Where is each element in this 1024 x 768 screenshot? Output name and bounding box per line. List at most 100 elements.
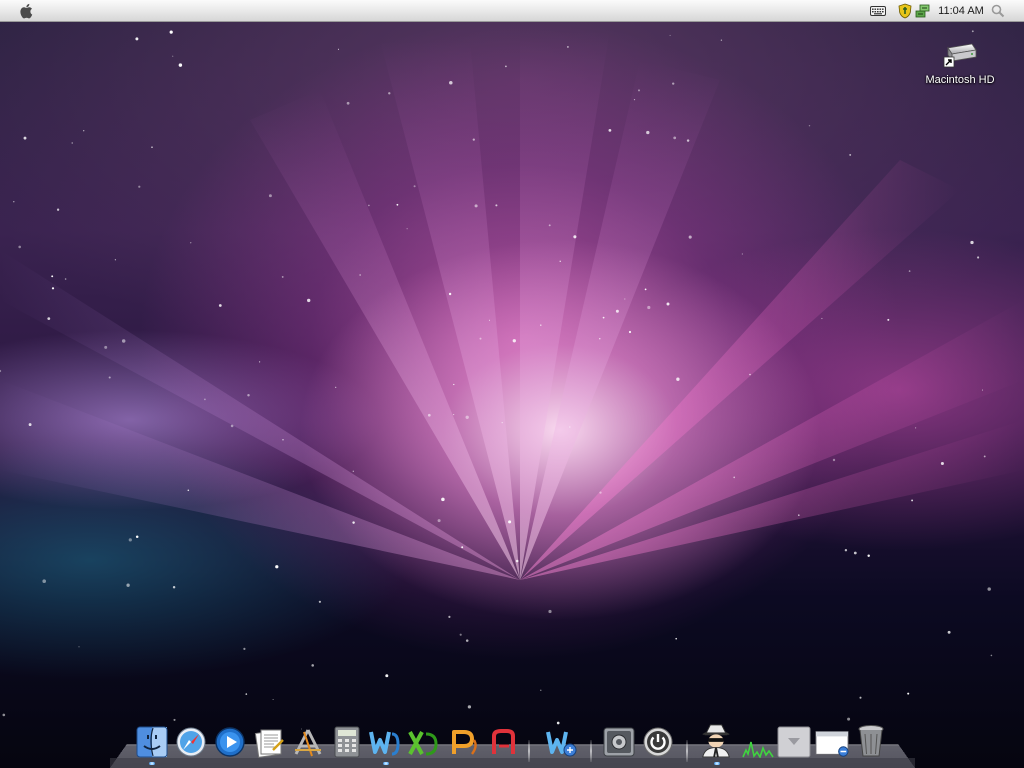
star bbox=[798, 514, 800, 516]
dock-item-power[interactable] bbox=[641, 722, 675, 758]
star bbox=[849, 153, 852, 156]
star bbox=[453, 383, 455, 386]
star bbox=[940, 461, 944, 466]
star bbox=[987, 587, 991, 591]
star bbox=[453, 414, 455, 416]
star bbox=[488, 319, 491, 321]
desktop[interactable]: 11:04 AM Macintosh HD bbox=[0, 0, 1024, 768]
star bbox=[981, 389, 984, 391]
star bbox=[104, 345, 108, 349]
star bbox=[669, 34, 671, 36]
star bbox=[352, 521, 355, 524]
star bbox=[307, 298, 311, 303]
star bbox=[218, 304, 222, 307]
star bbox=[368, 204, 370, 207]
star bbox=[983, 455, 986, 458]
star bbox=[688, 235, 692, 239]
dock-item-spy-agent[interactable] bbox=[699, 722, 733, 758]
star bbox=[281, 275, 284, 278]
dock-item-messenger[interactable] bbox=[544, 722, 578, 758]
star bbox=[887, 318, 890, 321]
star bbox=[914, 427, 917, 429]
desktop-icon-macintosh-hd[interactable]: Macintosh HD bbox=[922, 40, 998, 92]
star bbox=[615, 309, 619, 313]
star bbox=[599, 491, 602, 494]
star bbox=[646, 130, 650, 135]
star bbox=[599, 338, 601, 340]
activity-monitor-icon bbox=[742, 741, 774, 758]
star bbox=[472, 138, 475, 141]
messenger-icon bbox=[546, 731, 577, 757]
star bbox=[47, 317, 51, 320]
star bbox=[501, 421, 503, 424]
star bbox=[64, 278, 67, 280]
system-preferences-icon bbox=[603, 727, 635, 757]
keyboard-icon bbox=[870, 6, 886, 16]
star bbox=[121, 339, 126, 343]
dock-item-access[interactable] bbox=[487, 722, 521, 758]
network-tray-button[interactable] bbox=[914, 0, 932, 22]
apple-menu-button[interactable] bbox=[17, 0, 37, 22]
dock-item-safari[interactable] bbox=[174, 722, 208, 758]
star bbox=[173, 718, 176, 721]
star bbox=[385, 674, 389, 678]
media-player-icon bbox=[215, 727, 245, 757]
star bbox=[172, 55, 174, 57]
dock-separator bbox=[528, 740, 530, 762]
star bbox=[247, 394, 250, 397]
dock-item-media-player[interactable] bbox=[213, 722, 247, 758]
word-icon bbox=[369, 731, 400, 756]
menubar-clock[interactable]: 11:04 AM bbox=[936, 0, 986, 22]
security-tray-button[interactable] bbox=[896, 0, 914, 22]
star bbox=[258, 361, 261, 363]
star bbox=[465, 415, 469, 419]
star bbox=[28, 423, 32, 427]
star bbox=[51, 287, 55, 290]
star bbox=[970, 240, 974, 245]
star bbox=[602, 316, 605, 319]
dock-item-downloads-stack[interactable] bbox=[777, 722, 811, 758]
dock-item-system-preferences[interactable] bbox=[602, 722, 636, 758]
search-icon bbox=[991, 4, 1005, 18]
star bbox=[474, 204, 478, 208]
spotlight-button[interactable] bbox=[988, 0, 1008, 22]
dock-item-calculator[interactable] bbox=[330, 722, 364, 758]
star bbox=[465, 639, 469, 642]
star bbox=[459, 633, 462, 636]
keyboard-tray-button[interactable] bbox=[868, 0, 888, 22]
star bbox=[114, 259, 117, 261]
star bbox=[448, 292, 452, 296]
dock-item-activity-monitor[interactable] bbox=[741, 722, 775, 758]
star bbox=[505, 65, 507, 68]
star bbox=[675, 637, 677, 640]
star bbox=[808, 124, 811, 127]
finder-icon bbox=[136, 726, 168, 758]
dock-item-finder[interactable] bbox=[135, 722, 169, 758]
safari-icon bbox=[176, 727, 206, 757]
dock-item-window-manager[interactable] bbox=[815, 722, 849, 758]
star bbox=[720, 39, 723, 41]
star bbox=[573, 235, 577, 239]
dock-item-powerpoint[interactable] bbox=[446, 722, 480, 758]
dock-item-document-editor[interactable] bbox=[252, 722, 286, 758]
running-indicator-word bbox=[383, 762, 389, 765]
star bbox=[437, 519, 441, 523]
dock-item-trash[interactable] bbox=[854, 722, 888, 758]
star bbox=[733, 476, 736, 479]
star bbox=[413, 185, 416, 188]
star bbox=[673, 136, 677, 140]
star bbox=[335, 386, 337, 388]
shield-icon bbox=[898, 3, 912, 19]
star bbox=[18, 245, 22, 249]
star bbox=[352, 470, 354, 472]
calculator-icon bbox=[334, 726, 360, 758]
star bbox=[272, 698, 274, 701]
dock-item-word[interactable] bbox=[368, 722, 402, 758]
star bbox=[83, 130, 85, 132]
dock-item-excel[interactable] bbox=[406, 722, 440, 758]
star bbox=[461, 546, 464, 549]
star bbox=[977, 256, 980, 259]
star bbox=[388, 92, 391, 95]
star bbox=[78, 646, 80, 648]
dock-item-app-store[interactable] bbox=[291, 722, 325, 758]
